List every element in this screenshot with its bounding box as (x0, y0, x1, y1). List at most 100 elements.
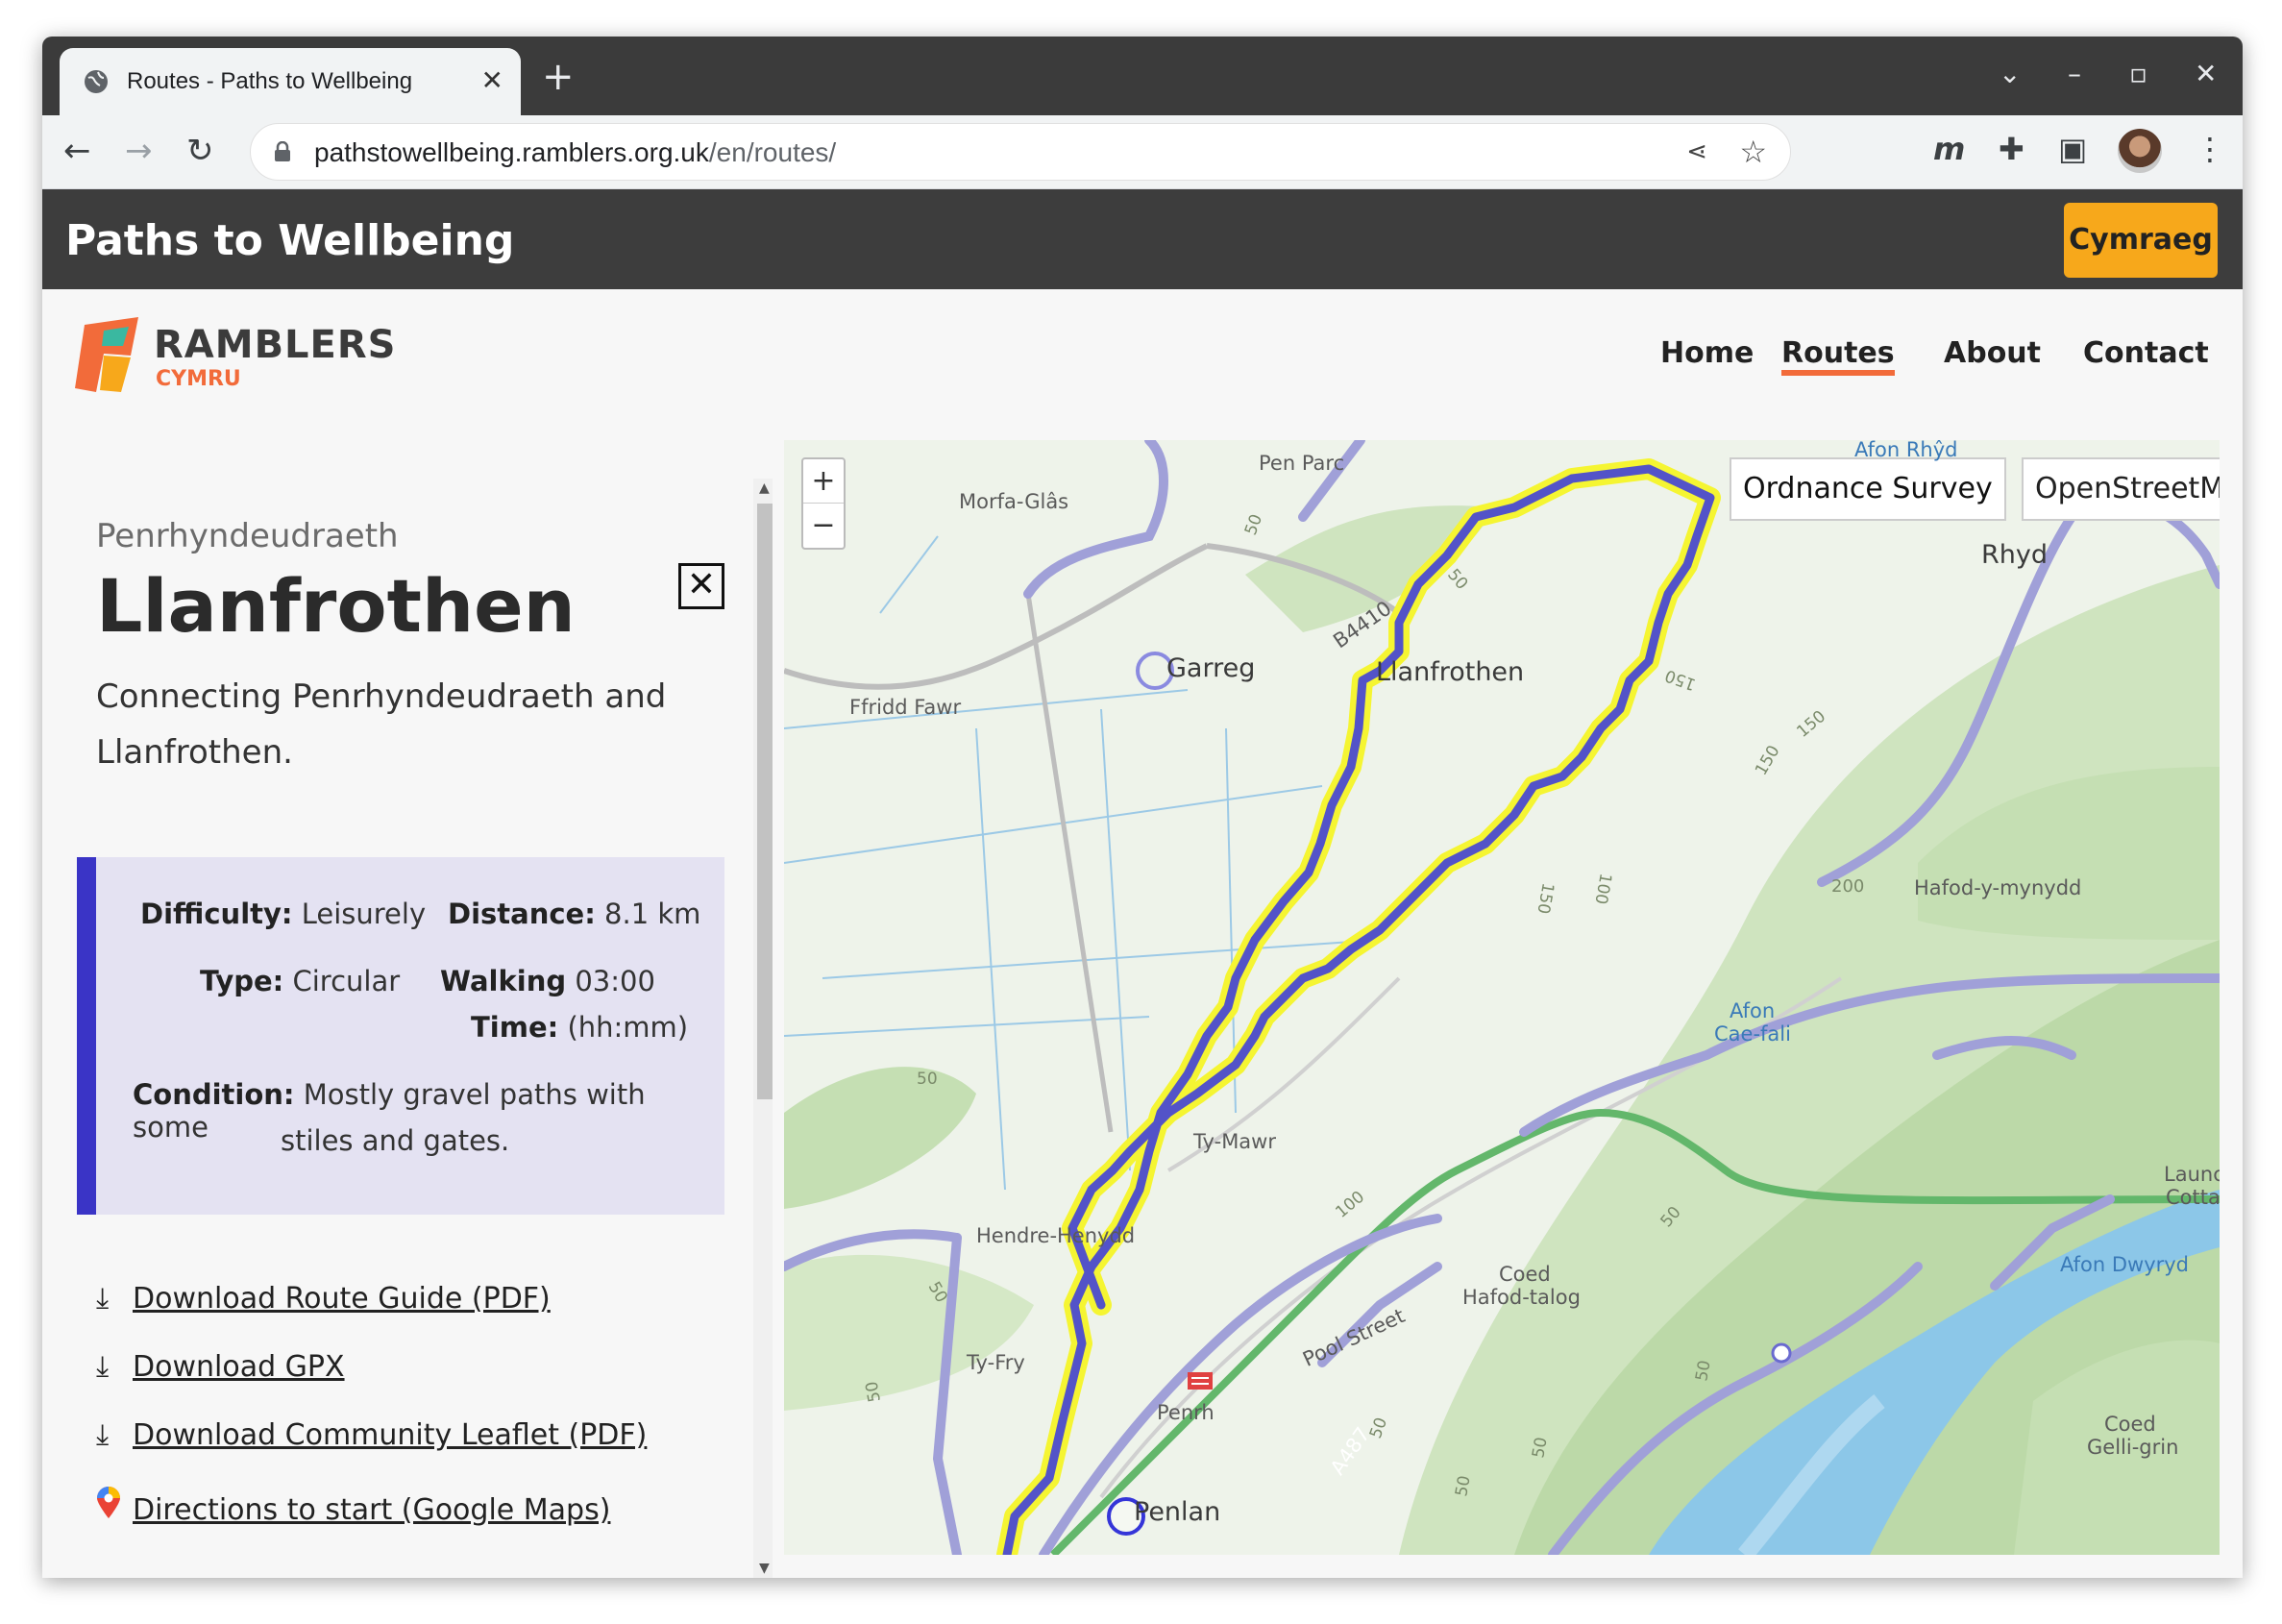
back-icon[interactable]: ← (63, 133, 91, 169)
maximize-icon[interactable]: ▫ (2129, 58, 2147, 89)
map-label: Afon Rhŷd (1854, 440, 1958, 461)
svg-text:50: 50 (917, 1070, 938, 1089)
map-canvas[interactable]: 50 50 150 150 150 200 100 150 100 50 50 … (784, 440, 2220, 1555)
map-label: Coed (1499, 1263, 1551, 1286)
svg-text:150: 150 (1793, 707, 1829, 742)
map-label: Afon Dwyryd (2060, 1253, 2190, 1276)
zoom-control: + − (801, 457, 846, 550)
svg-text:150: 150 (1662, 665, 1698, 694)
url-text: pathstowellbeing.ramblers.org.uk/en/rout… (314, 137, 837, 167)
side-panel-icon[interactable]: ▣ (2058, 131, 2087, 167)
close-tab-icon[interactable]: ✕ (481, 65, 503, 96)
bookmark-star-icon[interactable]: ☆ (1739, 134, 1767, 170)
extension-m-icon[interactable]: m (1933, 131, 1965, 167)
tab-title: Routes - Paths to Wellbeing (127, 68, 413, 94)
map-label: Rhyd (1981, 540, 2048, 570)
download-icon: ⤓ (96, 1282, 110, 1316)
close-panel-button[interactable]: ✕ (678, 563, 724, 609)
svg-text:50: 50 (1529, 1436, 1551, 1460)
svg-text:150: 150 (1752, 742, 1784, 778)
directions-link[interactable]: Directions to start (Google Maps) (96, 1487, 610, 1527)
route-detail-panel: Penrhyndeudraeth Llanfrothen ✕ Connectin… (42, 440, 773, 1578)
tab-strip: Routes - Paths to Wellbeing ✕ + ⌄ – ▫ ✕ (42, 37, 2243, 115)
minimize-icon[interactable]: – (2068, 58, 2081, 89)
ramblers-logo[interactable]: RAMBLERS CYMRU (75, 317, 395, 394)
logo-wordmark: RAMBLERS (154, 323, 397, 367)
lock-icon (275, 141, 290, 161)
map-label: Ty-Fry (967, 1351, 1025, 1374)
map-label: Hafod-talog (1462, 1286, 1581, 1309)
site-brand[interactable]: Paths to Wellbeing (65, 216, 514, 265)
map-label: Ffridd Fawr (849, 696, 962, 719)
map-label: Pen Parc (1259, 452, 1345, 475)
rail-station-icon (1188, 1372, 1213, 1390)
walking-row: Walking 03:00 (440, 965, 655, 997)
svg-text:50: 50 (862, 1380, 884, 1404)
nav-routes[interactable]: Routes (1781, 336, 1895, 376)
map-pin-icon (96, 1487, 133, 1527)
panel-scrollbar[interactable]: ▲ ▼ (753, 479, 773, 1578)
scroll-down-icon[interactable]: ▼ (759, 1561, 770, 1576)
site-header: Paths to Wellbeing Cymraeg (42, 189, 2243, 289)
download-icon: ⤓ (96, 1350, 110, 1384)
distance-row: Distance: 8.1 km (448, 898, 701, 930)
map-label: Hafod-y-mynydd (1914, 876, 2082, 899)
nav-contact[interactable]: Contact (2083, 336, 2209, 370)
svg-text:150: 150 (1533, 881, 1557, 915)
download-route-guide-link[interactable]: ⤓ Download Route Guide (PDF) (96, 1282, 551, 1316)
browser-tab[interactable]: Routes - Paths to Wellbeing ✕ (60, 48, 521, 115)
type-row: Type: Circular (200, 965, 401, 997)
nav-home[interactable]: Home (1660, 336, 1754, 370)
map-label: Morfa-Glâs (959, 490, 1069, 513)
map-label: Cae-fali (1714, 1022, 1791, 1046)
tab-search-icon[interactable]: ⌄ (1999, 58, 2021, 89)
profile-avatar[interactable] (2118, 129, 2162, 173)
svg-text:200: 200 (1831, 876, 1864, 897)
ramblers-logo-mark (75, 317, 138, 392)
route-title: Llanfrothen (96, 563, 576, 649)
route-area: Penrhyndeudraeth (96, 517, 399, 555)
svg-text:100: 100 (1332, 1188, 1368, 1222)
share-icon[interactable]: ⋖ (1686, 137, 1707, 166)
reload-icon[interactable]: ↻ (186, 133, 214, 169)
download-leaflet-link[interactable]: ⤓ Download Community Leaflet (PDF) (96, 1418, 647, 1452)
map-label: Penrh (1157, 1401, 1215, 1424)
route-info-box: Difficulty: Leisurely Distance: 8.1 km T… (77, 857, 724, 1215)
layer-openstreetmap-button[interactable]: OpenStreetMap (2022, 457, 2220, 521)
close-window-icon[interactable]: ✕ (2195, 58, 2217, 89)
map-label: Gelli-grin (2087, 1436, 2179, 1459)
browser-window: Routes - Paths to Wellbeing ✕ + ⌄ – ▫ ✕ … (42, 37, 2243, 1578)
map-label: Afon (1730, 999, 1776, 1022)
route-map[interactable]: 50 50 150 150 150 200 100 150 100 50 50 … (784, 440, 2220, 1555)
scrollbar-thumb[interactable] (757, 504, 773, 1099)
svg-text:50: 50 (1692, 1359, 1714, 1383)
nav-about[interactable]: About (1944, 336, 2041, 370)
logo-subtitle: CYMRU (156, 367, 241, 391)
layer-ordnance-survey-button[interactable]: Ordnance Survey (1730, 457, 2006, 521)
scroll-up-icon[interactable]: ▲ (759, 480, 770, 496)
menu-kebab-icon[interactable]: ⋮ (2195, 131, 2225, 167)
map-label: Penlan (1134, 1497, 1221, 1527)
forward-icon[interactable]: → (125, 133, 153, 169)
svg-text:50: 50 (1452, 1474, 1474, 1498)
map-label: Hendre-Henydd (976, 1224, 1136, 1247)
map-label: Launc (2164, 1163, 2220, 1186)
globe-icon (85, 70, 108, 93)
condition-row-cont: stiles and gates. (281, 1124, 510, 1157)
extensions-puzzle-icon[interactable]: ✚ (1999, 131, 2024, 167)
download-gpx-link[interactable]: ⤓ Download GPX (96, 1350, 345, 1384)
map-label: Ty-Mawr (1193, 1130, 1276, 1153)
new-tab-icon[interactable]: + (542, 58, 575, 96)
download-icon: ⤓ (96, 1418, 110, 1452)
zoom-in-button[interactable]: + (803, 459, 844, 504)
zoom-out-button[interactable]: − (803, 504, 844, 548)
walking-unit-row: Time: (hh:mm) (471, 1011, 689, 1044)
map-label: Cotta (2166, 1186, 2220, 1209)
map-label: Coed (2104, 1413, 2156, 1436)
svg-text:50: 50 (1241, 512, 1266, 538)
address-bar[interactable]: pathstowellbeing.ramblers.org.uk/en/rout… (250, 123, 1791, 181)
difficulty-row: Difficulty: Leisurely (140, 898, 427, 930)
language-button[interactable]: Cymraeg (2064, 203, 2218, 278)
map-label: Llanfrothen (1376, 657, 1525, 687)
browser-toolbar: ← → ↻ pathstowellbeing.ramblers.org.uk/e… (42, 115, 2243, 189)
